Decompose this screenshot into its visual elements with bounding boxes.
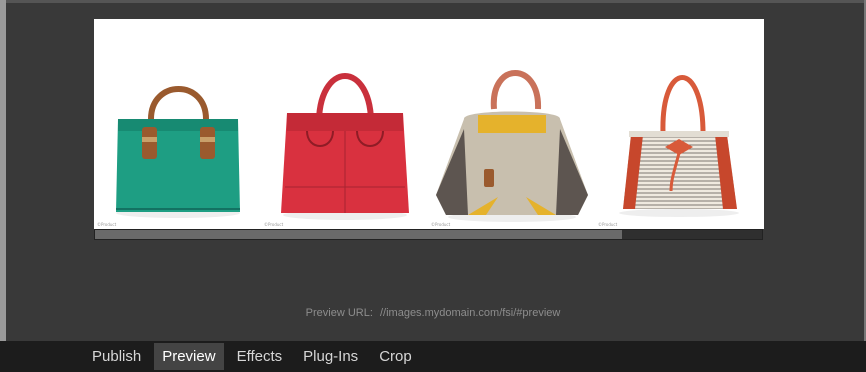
load-progress-fill	[95, 230, 622, 239]
image-watermark: ©Product	[598, 222, 618, 227]
product-image-4[interactable]: ©Product	[595, 19, 762, 229]
tab-publish[interactable]: Publish	[84, 343, 149, 370]
teal-handbag-image	[116, 86, 240, 218]
preview-url-line: Preview URL: //images.mydomain.com/fsi/#…	[0, 307, 866, 319]
image-watermark: ©Product	[97, 222, 117, 227]
preview-url-label: Preview URL:	[305, 307, 373, 319]
product-image-3[interactable]: ©Product	[428, 19, 595, 229]
image-watermark: ©Product	[264, 222, 284, 227]
red-handbag-image	[281, 73, 409, 220]
tab-crop[interactable]: Crop	[371, 343, 420, 370]
image-watermark: ©Product	[431, 222, 451, 227]
striped-handbag-image	[619, 75, 739, 217]
tab-plug-ins[interactable]: Plug-Ins	[295, 343, 366, 370]
image-viewer[interactable]: ©Product ©Product ©Product ©Product	[94, 19, 764, 229]
product-image-1[interactable]: ©Product	[94, 19, 261, 229]
beige-handbag-image	[436, 70, 588, 222]
product-image-2[interactable]: ©Product	[261, 19, 428, 229]
bottom-toolbar: Publish Preview Effects Plug-Ins Crop	[0, 341, 866, 372]
mode-tabs: Publish Preview Effects Plug-Ins Crop	[84, 343, 425, 370]
tab-preview[interactable]: Preview	[154, 343, 224, 370]
preview-url-value[interactable]: //images.mydomain.com/fsi/#preview	[380, 307, 560, 319]
load-progress-bar	[94, 229, 763, 240]
tab-effects[interactable]: Effects	[229, 343, 291, 370]
